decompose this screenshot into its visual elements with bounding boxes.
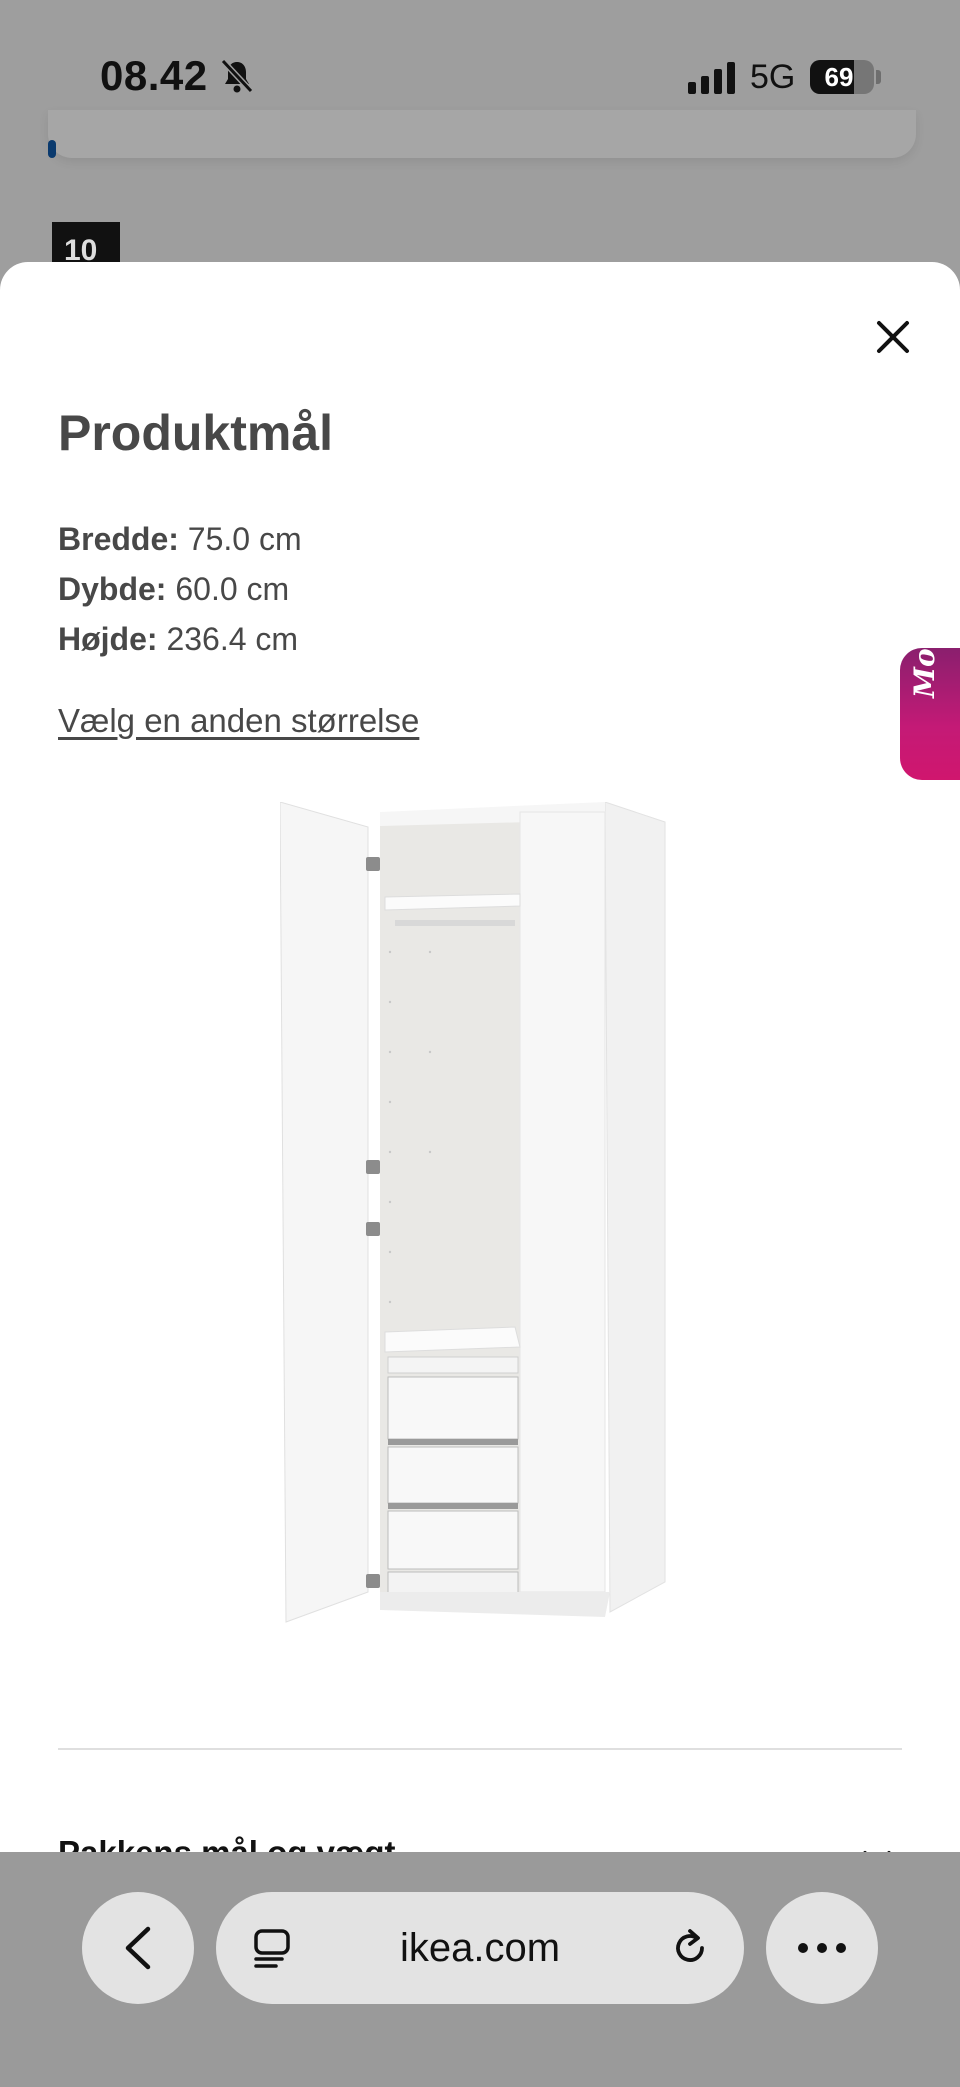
background-card-accent [48, 140, 56, 158]
dimension-value: 236.4 cm [166, 621, 299, 657]
battery-label: 69 [824, 62, 854, 92]
dimension-value: 75.0 cm [187, 521, 302, 557]
chevron-down-icon [863, 1851, 891, 1852]
more-icon [798, 1943, 846, 1953]
more-button[interactable] [766, 1892, 878, 2004]
package-dimensions-accordion[interactable]: Pakkens mål og vægt [58, 1834, 902, 1852]
dimension-label: Bredde: [58, 521, 179, 557]
battery-cap [876, 70, 881, 84]
dimension-label: Dybde: [58, 571, 167, 607]
dimensions-list: Bredde: 75.0 cm Dybde: 60.0 cm Højde: 23… [58, 514, 302, 664]
chevron-left-icon [125, 1926, 151, 1970]
reload-icon[interactable] [668, 1926, 712, 1970]
dimension-value: 60.0 cm [175, 571, 290, 607]
status-time: 08.42 [100, 52, 208, 99]
address-bar[interactable]: ikea.com [216, 1892, 744, 2004]
back-button[interactable] [82, 1892, 194, 2004]
signal-icon [688, 62, 735, 94]
wardrobe-product-image [280, 802, 666, 1623]
url-text: ikea.com [399, 1926, 561, 1970]
section-divider [58, 1748, 902, 1750]
dimension-height: Højde: 236.4 cm [58, 614, 302, 664]
accordion-label: Pakkens mål og vægt [58, 1834, 395, 1852]
background-card [48, 110, 916, 158]
close-icon [877, 321, 909, 353]
battery-icon: 69 [810, 60, 874, 94]
product-dimensions-sheet: Produktmål Bredde: 75.0 cm Dybde: 60.0 c… [0, 262, 960, 1852]
browser-toolbar: ikea.com [0, 1852, 960, 2087]
sheet-title: Produktmål [58, 405, 334, 461]
bell-slash-icon [220, 58, 254, 94]
molly-label: Molly [908, 610, 941, 698]
molly-assistant-tab[interactable]: Molly [900, 611, 960, 780]
choose-other-size-link[interactable]: Vælg en anden størrelse [58, 702, 419, 740]
dimension-depth: Dybde: 60.0 cm [58, 564, 302, 614]
network-label: 5G [750, 58, 796, 96]
close-button[interactable] [862, 306, 924, 368]
dimension-label: Højde: [58, 621, 158, 657]
dimension-width: Bredde: 75.0 cm [58, 514, 302, 564]
